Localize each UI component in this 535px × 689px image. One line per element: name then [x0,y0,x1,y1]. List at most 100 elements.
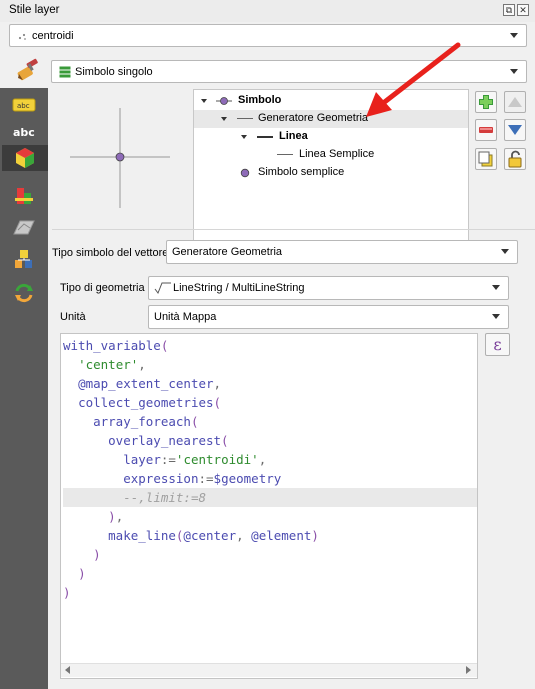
code-token: , [138,357,146,372]
code-token: , [213,376,222,391]
tree-item-simple-marker[interactable]: Simbolo semplice [194,164,468,182]
code-line[interactable]: @map_extent_center, [63,374,477,393]
duplicate-layer-button[interactable] [475,148,497,170]
expand-arrow-icon[interactable] [201,99,207,103]
expand-arrow-icon[interactable] [221,117,227,121]
scroll-left-icon[interactable] [65,666,70,674]
tree-item-label: Linea [279,130,308,142]
labels-icon[interactable]: abc [12,94,36,116]
layer-select-value: centroidi [32,29,74,42]
code-line[interactable]: ), [63,507,477,526]
chevron-down-icon [492,285,500,290]
code-line[interactable]: 'center', [63,355,477,374]
code-token: 'center' [78,357,139,372]
symbol-type-select[interactable]: Generatore Geometria [166,240,518,264]
code-line[interactable]: expression:=$geometry [63,469,477,488]
code-token: overlay_nearest [108,433,222,448]
geometry-type-select[interactable]: LineString / MultiLineString [148,276,509,300]
code-token: ) [93,547,101,562]
code-token: @element [251,528,312,543]
code-token: , [236,528,252,543]
window-title: Stile layer [9,4,60,16]
move-down-button[interactable] [504,119,526,141]
arrow-up-icon [508,97,522,107]
minus-icon [479,127,493,133]
svg-text:abc: abc [13,126,35,139]
masks-icon[interactable]: abc [12,120,36,142]
code-token: @center [183,528,237,543]
point-layer-icon [18,32,26,40]
code-token: ( [221,433,229,448]
symbol-type-value: Generatore Geometria [172,246,283,258]
code-line[interactable]: make_line(@center, @element) [63,526,477,545]
expression-builder-button[interactable]: ε [485,333,510,356]
code-token: ( [160,338,169,353]
expression-editor[interactable]: with_variable( 'center', @map_extent_cen… [60,333,478,679]
expand-arrow-icon[interactable] [241,135,247,139]
code-line[interactable]: overlay_nearest( [63,431,477,450]
remove-symbol-layer-button[interactable] [475,119,497,141]
code-line[interactable]: ) [63,545,477,564]
code-line[interactable]: with_variable( [63,336,477,355]
code-token: $geometry [213,471,282,486]
units-value: Unità Mappa [154,311,217,323]
code-line[interactable]: layer:='centroidi', [63,450,477,469]
symbol-preview [62,100,180,216]
code-token: ( [213,395,222,410]
units-select[interactable]: Unità Mappa [148,305,509,329]
code-token: with_variable [63,338,161,353]
single-symbol-icon [59,66,71,78]
tree-item-label: Linea Semplice [299,148,375,160]
horizontal-scrollbar[interactable] [61,663,477,677]
renderer-select-value: Simbolo singolo [75,65,153,78]
geometry-type-value: LineString / MultiLineString [173,282,305,294]
code-token: layer [123,452,161,467]
3d-view-icon[interactable] [12,184,36,206]
tree-item-label: Simbolo semplice [258,166,345,178]
code-token: collect_geometries [78,395,214,410]
scroll-right-icon[interactable] [466,666,471,674]
paint-brush-icon [15,58,41,82]
annotation-arrow [360,40,465,128]
lock-layer-button[interactable] [504,148,526,170]
diagrams-icon[interactable] [12,216,36,238]
geometry-type-label: Tipo di geometria [60,282,145,294]
linestring-icon [154,281,172,298]
code-line[interactable]: ) [63,583,477,602]
close-icon[interactable]: ✕ [517,4,529,16]
duplicate-icon [478,151,493,167]
code-line[interactable]: ) [63,564,477,583]
code-line[interactable]: collect_geometries( [63,393,477,412]
tree-item-label: Simbolo [238,94,282,106]
symbology-icon[interactable] [2,145,48,171]
code-token: make_line [108,528,176,543]
code-token: := [198,471,214,486]
style-sidebar: abc abc [0,88,48,689]
arrow-down-icon [508,125,522,135]
code-line[interactable]: array_foreach( [63,412,477,431]
add-symbol-layer-button[interactable] [475,91,497,113]
code-token: ) [311,528,319,543]
tree-item-simple-line[interactable]: Linea Semplice [194,146,468,164]
code-token: ( [190,414,199,429]
line-symbol-icon [237,118,253,119]
move-up-button[interactable] [504,91,526,113]
svg-text:abc: abc [17,102,30,110]
tree-item-line[interactable]: Linea [194,128,468,146]
code-token: := [160,452,176,467]
history-icon[interactable] [12,248,36,270]
code-line[interactable]: --,limit:=8 [63,488,477,507]
refresh-style-icon[interactable] [12,282,36,304]
chevron-down-icon [501,249,509,254]
chevron-down-icon [510,32,518,38]
code-token: , [115,509,124,524]
units-label: Unità [60,311,86,323]
float-icon[interactable]: ⧉ [503,4,515,16]
